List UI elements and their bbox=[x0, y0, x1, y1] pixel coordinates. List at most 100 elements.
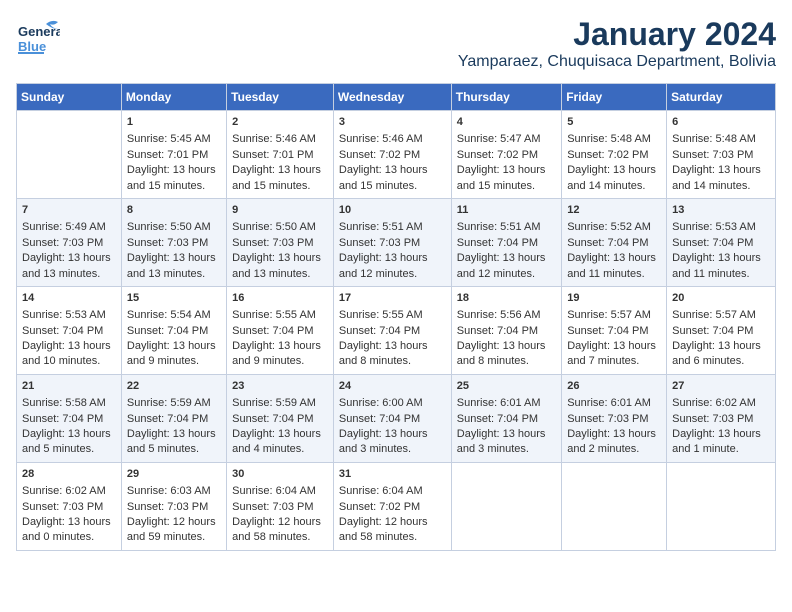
day-number: 26 bbox=[567, 379, 661, 394]
day-number: 30 bbox=[232, 467, 328, 482]
sunset-label: Sunset: 7:04 PM bbox=[127, 325, 208, 337]
day-number: 19 bbox=[567, 291, 661, 306]
sunrise-label: Sunrise: 6:01 AM bbox=[567, 397, 651, 409]
sunrise-label: Sunrise: 5:59 AM bbox=[127, 397, 211, 409]
daylight-label: Daylight: 13 hours and 14 minutes. bbox=[672, 164, 761, 191]
day-cell: 6Sunrise: 5:48 AMSunset: 7:03 PMDaylight… bbox=[667, 111, 776, 199]
day-cell: 5Sunrise: 5:48 AMSunset: 7:02 PMDaylight… bbox=[562, 111, 667, 199]
day-cell: 14Sunrise: 5:53 AMSunset: 7:04 PMDayligh… bbox=[17, 286, 122, 374]
daylight-label: Daylight: 13 hours and 3 minutes. bbox=[457, 428, 546, 455]
sunrise-label: Sunrise: 5:52 AM bbox=[567, 221, 651, 233]
sunrise-label: Sunrise: 5:45 AM bbox=[127, 133, 211, 145]
daylight-label: Daylight: 13 hours and 4 minutes. bbox=[232, 428, 321, 455]
sunrise-label: Sunrise: 5:55 AM bbox=[339, 309, 423, 321]
daylight-label: Daylight: 13 hours and 13 minutes. bbox=[22, 252, 111, 279]
title-block: January 2024 Yamparaez, Chuquisaca Depar… bbox=[458, 16, 776, 71]
week-row-1: 1Sunrise: 5:45 AMSunset: 7:01 PMDaylight… bbox=[17, 111, 776, 199]
sunset-label: Sunset: 7:04 PM bbox=[339, 325, 420, 337]
day-cell: 21Sunrise: 5:58 AMSunset: 7:04 PMDayligh… bbox=[17, 374, 122, 462]
header-cell-friday: Friday bbox=[562, 84, 667, 111]
sunset-label: Sunset: 7:02 PM bbox=[457, 149, 538, 161]
page-header: General Blue January 2024 Yamparaez, Chu… bbox=[16, 16, 776, 71]
sunrise-label: Sunrise: 6:04 AM bbox=[339, 485, 423, 497]
sunrise-label: Sunrise: 5:46 AM bbox=[339, 133, 423, 145]
sunset-label: Sunset: 7:01 PM bbox=[127, 149, 208, 161]
daylight-label: Daylight: 13 hours and 14 minutes. bbox=[567, 164, 656, 191]
sunset-label: Sunset: 7:04 PM bbox=[672, 237, 753, 249]
day-cell: 13Sunrise: 5:53 AMSunset: 7:04 PMDayligh… bbox=[667, 198, 776, 286]
daylight-label: Daylight: 13 hours and 6 minutes. bbox=[672, 340, 761, 367]
day-cell: 24Sunrise: 6:00 AMSunset: 7:04 PMDayligh… bbox=[333, 374, 451, 462]
sunset-label: Sunset: 7:02 PM bbox=[339, 501, 420, 513]
header-cell-sunday: Sunday bbox=[17, 84, 122, 111]
day-number: 17 bbox=[339, 291, 446, 306]
sunrise-label: Sunrise: 5:49 AM bbox=[22, 221, 106, 233]
day-cell: 4Sunrise: 5:47 AMSunset: 7:02 PMDaylight… bbox=[451, 111, 561, 199]
logo-icon: General Blue bbox=[16, 16, 60, 60]
sunrise-label: Sunrise: 5:48 AM bbox=[672, 133, 756, 145]
sunset-label: Sunset: 7:03 PM bbox=[672, 149, 753, 161]
sunrise-label: Sunrise: 6:02 AM bbox=[672, 397, 756, 409]
day-cell: 18Sunrise: 5:56 AMSunset: 7:04 PMDayligh… bbox=[451, 286, 561, 374]
day-cell bbox=[562, 462, 667, 550]
daylight-label: Daylight: 13 hours and 11 minutes. bbox=[567, 252, 656, 279]
daylight-label: Daylight: 13 hours and 12 minutes. bbox=[339, 252, 428, 279]
day-cell: 10Sunrise: 5:51 AMSunset: 7:03 PMDayligh… bbox=[333, 198, 451, 286]
sunset-label: Sunset: 7:04 PM bbox=[22, 325, 103, 337]
day-number: 8 bbox=[127, 203, 221, 218]
daylight-label: Daylight: 13 hours and 2 minutes. bbox=[567, 428, 656, 455]
day-number: 15 bbox=[127, 291, 221, 306]
sunset-label: Sunset: 7:04 PM bbox=[567, 325, 648, 337]
week-row-3: 14Sunrise: 5:53 AMSunset: 7:04 PMDayligh… bbox=[17, 286, 776, 374]
day-cell: 3Sunrise: 5:46 AMSunset: 7:02 PMDaylight… bbox=[333, 111, 451, 199]
day-number: 31 bbox=[339, 467, 446, 482]
sunrise-label: Sunrise: 5:58 AM bbox=[22, 397, 106, 409]
daylight-label: Daylight: 13 hours and 9 minutes. bbox=[232, 340, 321, 367]
daylight-label: Daylight: 13 hours and 15 minutes. bbox=[339, 164, 428, 191]
sunset-label: Sunset: 7:03 PM bbox=[127, 237, 208, 249]
sunrise-label: Sunrise: 5:46 AM bbox=[232, 133, 316, 145]
day-cell: 20Sunrise: 5:57 AMSunset: 7:04 PMDayligh… bbox=[667, 286, 776, 374]
daylight-label: Daylight: 13 hours and 12 minutes. bbox=[457, 252, 546, 279]
day-cell: 17Sunrise: 5:55 AMSunset: 7:04 PMDayligh… bbox=[333, 286, 451, 374]
week-row-4: 21Sunrise: 5:58 AMSunset: 7:04 PMDayligh… bbox=[17, 374, 776, 462]
day-cell: 7Sunrise: 5:49 AMSunset: 7:03 PMDaylight… bbox=[17, 198, 122, 286]
sunset-label: Sunset: 7:04 PM bbox=[339, 413, 420, 425]
daylight-label: Daylight: 13 hours and 13 minutes. bbox=[127, 252, 216, 279]
calendar-subtitle: Yamparaez, Chuquisaca Department, Bolivi… bbox=[458, 53, 776, 71]
day-number: 25 bbox=[457, 379, 556, 394]
sunrise-label: Sunrise: 5:50 AM bbox=[232, 221, 316, 233]
sunset-label: Sunset: 7:02 PM bbox=[567, 149, 648, 161]
day-cell bbox=[451, 462, 561, 550]
sunset-label: Sunset: 7:04 PM bbox=[567, 237, 648, 249]
day-number: 14 bbox=[22, 291, 116, 306]
day-number: 9 bbox=[232, 203, 328, 218]
sunrise-label: Sunrise: 5:54 AM bbox=[127, 309, 211, 321]
day-number: 23 bbox=[232, 379, 328, 394]
week-row-5: 28Sunrise: 6:02 AMSunset: 7:03 PMDayligh… bbox=[17, 462, 776, 550]
day-cell: 27Sunrise: 6:02 AMSunset: 7:03 PMDayligh… bbox=[667, 374, 776, 462]
daylight-label: Daylight: 13 hours and 15 minutes. bbox=[457, 164, 546, 191]
day-number: 16 bbox=[232, 291, 328, 306]
day-number: 11 bbox=[457, 203, 556, 218]
daylight-label: Daylight: 12 hours and 58 minutes. bbox=[232, 516, 321, 543]
sunset-label: Sunset: 7:03 PM bbox=[22, 237, 103, 249]
day-number: 10 bbox=[339, 203, 446, 218]
sunrise-label: Sunrise: 5:53 AM bbox=[672, 221, 756, 233]
daylight-label: Daylight: 13 hours and 15 minutes. bbox=[127, 164, 216, 191]
day-cell: 19Sunrise: 5:57 AMSunset: 7:04 PMDayligh… bbox=[562, 286, 667, 374]
daylight-label: Daylight: 13 hours and 10 minutes. bbox=[22, 340, 111, 367]
day-number: 20 bbox=[672, 291, 770, 306]
day-cell: 12Sunrise: 5:52 AMSunset: 7:04 PMDayligh… bbox=[562, 198, 667, 286]
calendar-title: January 2024 bbox=[458, 16, 776, 53]
sunrise-label: Sunrise: 5:48 AM bbox=[567, 133, 651, 145]
daylight-label: Daylight: 12 hours and 58 minutes. bbox=[339, 516, 428, 543]
sunset-label: Sunset: 7:04 PM bbox=[232, 413, 313, 425]
sunset-label: Sunset: 7:03 PM bbox=[232, 237, 313, 249]
sunrise-label: Sunrise: 6:02 AM bbox=[22, 485, 106, 497]
daylight-label: Daylight: 13 hours and 7 minutes. bbox=[567, 340, 656, 367]
day-number: 24 bbox=[339, 379, 446, 394]
sunset-label: Sunset: 7:04 PM bbox=[672, 325, 753, 337]
sunset-label: Sunset: 7:03 PM bbox=[672, 413, 753, 425]
daylight-label: Daylight: 13 hours and 8 minutes. bbox=[457, 340, 546, 367]
